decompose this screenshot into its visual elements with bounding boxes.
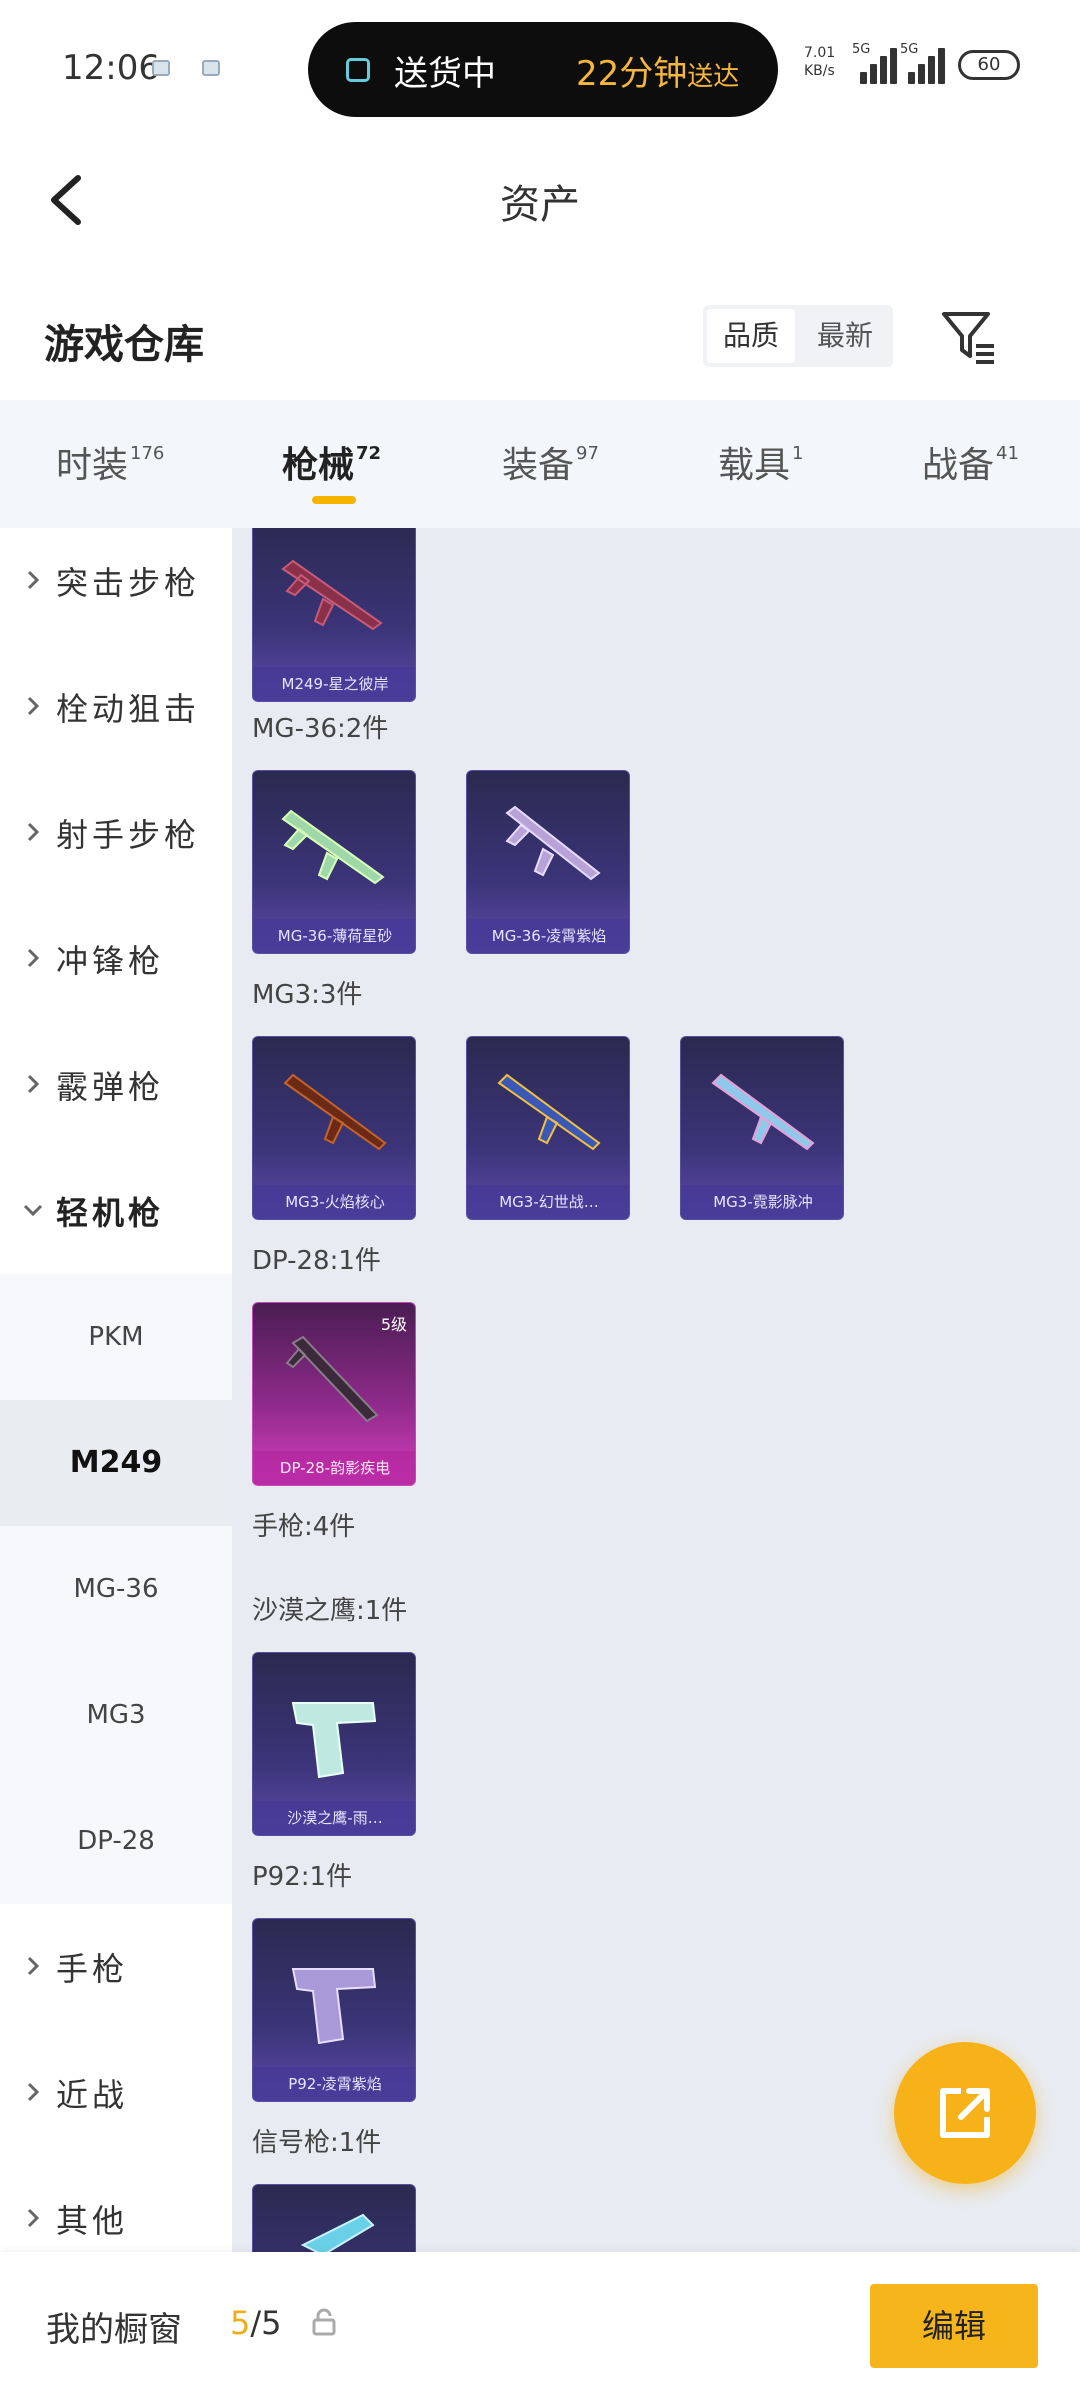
filter-icon[interactable] — [938, 306, 998, 366]
group-label: 手枪:4件 — [252, 1512, 356, 1542]
battery-icon: 60 — [958, 50, 1020, 80]
group-label: 沙漠之鹰:1件 — [252, 1596, 408, 1626]
flare-gun-icon — [300, 2213, 375, 2252]
weapon-card[interactable]: MG-36-薄荷星砂 — [252, 770, 416, 954]
weapon-card-name: M249-星之彼岸 — [253, 667, 415, 701]
category-tabs: 时装 176 枪械 72 装备 97 载具 1 战备 41 — [0, 400, 1080, 528]
notification-icon — [152, 60, 170, 76]
network-speed: 7.01 KB/s — [804, 45, 836, 79]
weapon-card-name: MG3-幻世战… — [467, 1185, 629, 1219]
weapon-card[interactable]: MG3-火焰核心 — [252, 1036, 416, 1220]
weapon-card-name: MG3-霓影脉冲 — [681, 1185, 843, 1219]
weapon-card-name: 沙漠之鹰-雨… — [253, 1801, 415, 1835]
status-bar: 12:06 送货中 22分钟送达 7.01 KB/s 5G 5G 60 — [0, 0, 1080, 130]
edit-button[interactable]: 编辑 — [870, 2284, 1038, 2368]
chevron-right-icon — [27, 570, 40, 590]
tab-equipment[interactable]: 装备 97 — [502, 436, 599, 488]
group-label: 信号枪:1件 — [252, 2128, 382, 2158]
weapon-card[interactable]: 5级 DP-28-韵影疾电 — [252, 1302, 416, 1486]
top-bar: 资产 — [0, 130, 1080, 270]
chevron-right-icon — [27, 948, 40, 968]
sort-toggle: 品质 最新 — [703, 305, 893, 367]
weapon-card-name: DP-28-韵影疾电 — [253, 1451, 415, 1485]
group-label: MG-36:2件 — [252, 714, 389, 744]
group-label: P92:1件 — [252, 1862, 353, 1892]
sidebar-item-bolt-sniper[interactable]: 栓动狙击 — [0, 644, 232, 770]
group-label: DP-28:1件 — [252, 1246, 381, 1276]
chevron-right-icon — [27, 696, 40, 716]
sidebar-item-shotgun[interactable]: 霰弹枪 — [0, 1022, 232, 1148]
rifle-icon — [497, 1073, 601, 1151]
lock-icon[interactable] — [312, 2308, 336, 2336]
chevron-down-icon — [23, 1204, 43, 1217]
showcase-bar: 我的橱窗 5/5 编辑 — [0, 2252, 1080, 2400]
pistol-icon — [291, 1702, 377, 1779]
page-title: 资产 — [500, 182, 580, 228]
sidebar-item-other[interactable]: 其他 — [0, 2156, 232, 2252]
chevron-right-icon — [27, 1956, 40, 1976]
rifle-icon — [711, 1073, 815, 1151]
chevron-right-icon — [27, 2208, 40, 2228]
delivery-status: 送货中 — [394, 54, 496, 94]
sidebar-subitem-mg36[interactable]: MG-36 — [0, 1526, 232, 1652]
weapon-card[interactable]: MG-36-凌霄紫焰 — [466, 770, 630, 954]
sidebar-item-assault-rifle[interactable]: 突击步枪 — [0, 528, 232, 644]
weapon-card[interactable]: MG3-霓影脉冲 — [680, 1036, 844, 1220]
group-label: MG3:3件 — [252, 980, 363, 1010]
signal-icon: 5G — [900, 42, 946, 84]
share-fab[interactable] — [894, 2042, 1036, 2184]
sidebar-subitem-mg3[interactable]: MG3 — [0, 1652, 232, 1778]
tab-firearms[interactable]: 枪械 72 — [282, 436, 381, 488]
sort-quality-button[interactable]: 品质 — [707, 309, 795, 363]
weapon-card[interactable]: MG3-幻世战… — [466, 1036, 630, 1220]
delivery-eta: 22分钟送达 — [576, 54, 740, 94]
sidebar-subitem-m249[interactable]: M249 — [0, 1400, 232, 1526]
weapon-card-name: MG3-火焰核心 — [253, 1185, 415, 1219]
share-external-icon — [940, 2088, 990, 2138]
section-title: 游戏仓库 — [44, 322, 204, 368]
chevron-right-icon — [27, 822, 40, 842]
status-time: 12:06 — [62, 48, 160, 88]
sidebar-item-marksman-rifle[interactable]: 射手步枪 — [0, 770, 232, 896]
tab-vehicles[interactable]: 载具 1 — [718, 436, 803, 488]
weapon-card[interactable] — [252, 2184, 416, 2252]
showcase-count: 5/5 — [230, 2304, 282, 2342]
signal-icon: 5G — [852, 42, 898, 84]
chevron-right-icon — [27, 1074, 40, 1094]
rifle-icon — [505, 805, 601, 881]
weapon-card[interactable]: 沙漠之鹰-雨… — [252, 1652, 416, 1836]
weapon-card-name: P92-凌霄紫焰 — [253, 2067, 415, 2101]
weapon-category-sidebar: 突击步枪 栓动狙击 射手步枪 冲锋枪 霰弹枪 轻机枪 PKM M249 MG-3… — [0, 528, 232, 2252]
delivery-icon — [346, 58, 370, 82]
chevron-right-icon — [27, 2082, 40, 2102]
sidebar-subitem-pkm[interactable]: PKM — [0, 1274, 232, 1400]
delivery-pill[interactable]: 送货中 22分钟送达 — [308, 22, 778, 117]
sidebar-item-melee[interactable]: 近战 — [0, 2030, 232, 2156]
rifle-icon — [281, 559, 383, 631]
tab-battle-supplies[interactable]: 战备 41 — [922, 436, 1019, 488]
sidebar-item-smg[interactable]: 冲锋枪 — [0, 896, 232, 1022]
rifle-icon — [283, 1073, 387, 1151]
rifle-icon — [285, 1335, 379, 1423]
tab-fashion[interactable]: 时装 176 — [56, 436, 164, 488]
section-header: 游戏仓库 品质 最新 — [0, 270, 1080, 400]
weapon-grid: M249-星之彼岸 MG-36:2件 MG-36-薄荷星砂 MG-36-凌霄紫焰… — [232, 528, 1080, 2252]
sidebar-subitem-dp28[interactable]: DP-28 — [0, 1778, 232, 1904]
weapon-card[interactable]: M249-星之彼岸 — [252, 528, 416, 702]
rifle-icon — [281, 809, 385, 885]
weapon-card[interactable]: P92-凌霄紫焰 — [252, 1918, 416, 2102]
notification-icon — [202, 60, 220, 76]
showcase-label: 我的橱窗 — [46, 2310, 182, 2350]
pistol-icon — [291, 1968, 377, 2045]
sort-newest-button[interactable]: 最新 — [801, 309, 889, 363]
active-tab-indicator — [312, 496, 356, 504]
weapon-card-name: MG-36-薄荷星砂 — [253, 919, 415, 953]
weapon-card-name: MG-36-凌霄紫焰 — [467, 919, 629, 953]
sidebar-item-pistol[interactable]: 手枪 — [0, 1904, 232, 2030]
sidebar-item-lmg[interactable]: 轻机枪 — [0, 1148, 232, 1274]
